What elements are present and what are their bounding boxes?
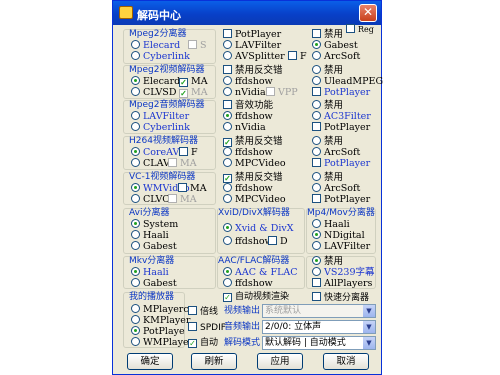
checkbox-spdif[interactable]: SPDIF (188, 322, 226, 334)
radio-avsplitter[interactable]: AVSplitter (223, 51, 285, 62)
mkv-splitter-title: Mkv分离器 (129, 256, 175, 266)
chevron-down-icon: ▼ (363, 321, 375, 333)
decode-mode-select[interactable]: 默认解码 | 自动模式 ▼ (262, 336, 376, 350)
ok-button[interactable]: 确定 (127, 353, 173, 370)
checkbox-ma-vc1[interactable]: MA (178, 183, 207, 194)
radio-gabest[interactable]: Gabest (312, 40, 358, 51)
radio-lavfilter[interactable]: LAVFilter (223, 40, 281, 51)
checkbox-auto[interactable]: ✓ 自动 (188, 338, 218, 349)
radio-haali-mkv[interactable]: Haali (131, 267, 169, 278)
vc1-decoder-title: VC-1视频解码器 (129, 172, 196, 182)
radio-ac3filter[interactable]: AC3Filter (312, 111, 371, 122)
chevron-down-icon: ▼ (363, 337, 375, 349)
radio-arcsoft-h264[interactable]: ArcSoft (312, 147, 360, 158)
app-icon (119, 6, 133, 19)
radio-potplayer[interactable]: PotPlayer (223, 29, 281, 40)
checkbox-f[interactable]: F (288, 51, 307, 62)
radio-mplayerc[interactable]: MPlayerc (131, 304, 189, 315)
radio-clvsd[interactable]: CLVSD (131, 87, 176, 98)
radio-ffdshow[interactable]: ffdshow (223, 76, 273, 87)
radio-xvid-divx[interactable]: Xvid & DivX (223, 223, 294, 234)
radio-disable-video[interactable]: 禁用 (312, 65, 343, 76)
refresh-button[interactable]: 刷新 (191, 353, 237, 370)
video-output-label: 视频输出 (224, 306, 261, 316)
checkbox-d[interactable]: D (268, 236, 288, 247)
radio-haali-mp4[interactable]: Haali (312, 219, 350, 230)
my-player-title: 我的播放器 (129, 292, 175, 302)
radio-potplayer-mine[interactable]: PotPlaye (131, 326, 185, 337)
radio-disable-audio[interactable]: 禁用 (312, 100, 343, 111)
radio-lavfilter-mp4[interactable]: LAVFilter (312, 241, 370, 252)
checkbox-allplayers[interactable]: AllPlayers (312, 278, 372, 289)
radio-aac-flac[interactable]: AAC & FLAC (223, 267, 298, 278)
checkbox-potplayer-vc1[interactable]: PotPlayer (312, 194, 370, 205)
window-title: 解码中心 (137, 9, 181, 22)
audio-output-select[interactable]: 2/0/0: 立体声 ▼ (262, 320, 376, 334)
checkbox-double-line[interactable]: 倍线 (188, 306, 218, 318)
video-output-select[interactable]: 系统默认 ▼ (262, 304, 376, 318)
checkbox-potplayer-audio[interactable]: PotPlayer (312, 122, 370, 133)
checkbox-disable-deinterlace-vc1[interactable]: ✓ 禁用反交错 (223, 172, 283, 183)
decode-mode-label: 解码模式 (224, 338, 261, 348)
checkbox-ma-vc1-2[interactable]: MA (168, 194, 197, 205)
audio-output-label: 音频输出 (224, 322, 261, 332)
radio-ffdshow-xvid[interactable]: ffdshow (223, 236, 273, 247)
radio-haali-avi[interactable]: Haali (131, 230, 169, 241)
radio-disable-subtitle[interactable]: 禁用 (312, 256, 343, 267)
mp4-splitter-title: Mp4/Mov分离器 (307, 208, 375, 218)
checkbox-potplayer-h264[interactable]: PotPlayer (312, 158, 370, 169)
radio-arcsoft-vc1[interactable]: ArcSoft (312, 183, 360, 194)
radio-uleadmpeg[interactable]: UleadMPEG (312, 76, 383, 87)
checkbox-vpp[interactable]: VPP (266, 87, 298, 98)
radio-wmplayer[interactable]: WMPlayer (131, 337, 193, 348)
cancel-button[interactable]: 取消 (323, 353, 369, 370)
checkbox-potplayer[interactable]: PotPlayer (312, 87, 370, 98)
checkbox-sound-effects[interactable]: 音效功能 (223, 100, 273, 111)
radio-vs239-subtitle[interactable]: VS239字幕 (312, 267, 375, 278)
radio-mpcvideo-h264[interactable]: MPCVideo (223, 158, 286, 169)
radio-gabest-mkv[interactable]: Gabest (131, 278, 177, 289)
close-button[interactable]: ✕ (359, 4, 377, 22)
radio-disable-vc1[interactable]: 禁用 (312, 172, 343, 183)
checkbox-ma[interactable]: ✓ MA (179, 76, 208, 87)
radio-nvidia-audio[interactable]: nVidia (223, 122, 266, 133)
mpeg2-splitter-title: Mpeg2分离器 (129, 29, 187, 39)
title-bar: 解码中心 ✕ (113, 1, 381, 25)
chevron-down-icon: ▼ (363, 305, 375, 317)
apply-button[interactable]: 应用 (257, 353, 303, 370)
checkbox-disable-splitter[interactable]: 禁用 (312, 29, 343, 40)
avi-splitter-title: Avi分离器 (129, 208, 170, 218)
radio-ffdshow-aac[interactable]: ffdshow (223, 278, 273, 289)
xvid-decoder-title: XviD/DivX解码器 (218, 208, 290, 218)
checkbox-ma-h264[interactable]: MA (168, 158, 197, 169)
radio-ffdshow-h264[interactable]: ffdshow (223, 147, 273, 158)
radio-elecard[interactable]: Elecard (131, 40, 180, 51)
checkbox-reg[interactable]: Reg (346, 24, 374, 35)
checkbox-s[interactable]: S (188, 40, 207, 51)
radio-system[interactable]: System (131, 219, 178, 230)
checkbox-disable-deinterlace-h264[interactable]: ✓ 禁用反交错 (223, 136, 283, 147)
checkbox-f-h264[interactable]: F (179, 147, 198, 158)
radio-ffdshow-audio[interactable]: ffdshow (223, 111, 273, 122)
radio-nvidia[interactable]: nVidia (223, 87, 266, 98)
radio-lavfilter-audio[interactable]: LAVFilter (131, 111, 189, 122)
radio-mpcvideo-vc1[interactable]: MPCVideo (223, 194, 286, 205)
h264-decoder-title: H264视频解码器 (129, 136, 198, 146)
radio-elecard-video[interactable]: Elecard (131, 76, 180, 87)
radio-ndigital[interactable]: NDigital (312, 230, 365, 241)
aac-flac-decoder-title: AAC/FLAC解码器 (218, 256, 290, 266)
radio-gabest-avi[interactable]: Gabest (131, 241, 177, 252)
radio-kmplayer[interactable]: KMPlayer (131, 315, 190, 326)
radio-ffdshow-vc1[interactable]: ffdshow (223, 183, 273, 194)
checkbox-disable-deinterlace[interactable]: 禁用反交错 (223, 65, 283, 76)
radio-cyberlink[interactable]: Cyberlink (131, 51, 190, 62)
radio-arcsoft[interactable]: ArcSoft (312, 51, 360, 62)
checkbox-auto-render[interactable]: ✓ 自动视频渲染 (223, 292, 289, 303)
mpeg2-audio-decoder-title: Mpeg2音频解码器 (129, 100, 205, 110)
checkbox-ma-2[interactable]: ✓ MA (179, 87, 208, 98)
radio-cyberlink-audio[interactable]: Cyberlink (131, 122, 190, 133)
checkbox-fast-splitter[interactable]: 快速分离器 (312, 292, 369, 304)
mpeg2-video-decoder-title: Mpeg2视频解码器 (129, 65, 205, 75)
radio-disable-h264[interactable]: 禁用 (312, 136, 343, 147)
